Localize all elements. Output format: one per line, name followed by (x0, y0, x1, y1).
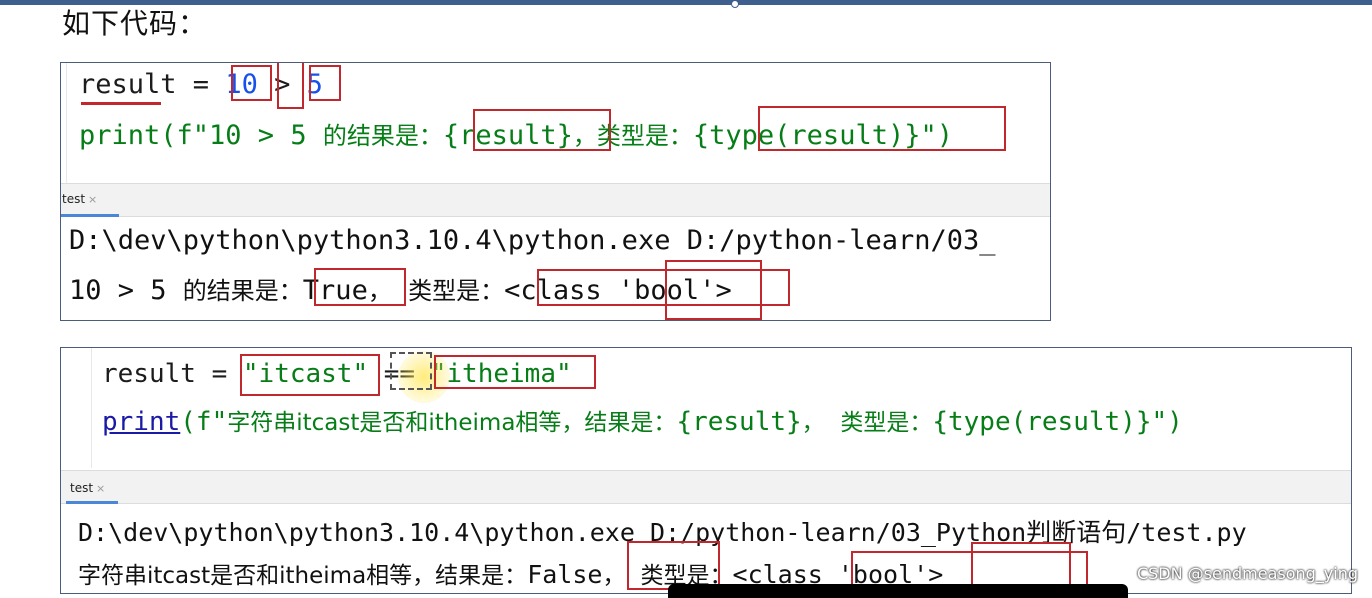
code-assign: = (195, 359, 243, 389)
subtitle-overlay (668, 584, 1128, 598)
run-tool-window-header: test × (61, 470, 1351, 504)
slide-heading: 如下代码： (62, 7, 208, 40)
code-var: result (79, 69, 177, 100)
code-assign: = (176, 69, 226, 100)
code-expr-result: {result} (676, 407, 802, 437)
output-text: 字符串itcast是否和itheima相等，结果是： (78, 563, 528, 589)
active-tab-indicator (66, 501, 118, 504)
output-label-result: 的结果是： (182, 277, 303, 305)
code-line-2: print(f"字符串itcast是否和itheima相等，结果是：{resul… (102, 403, 1183, 437)
output-expr: 10 > 5 (69, 275, 183, 306)
run-tab-test[interactable]: test × (61, 193, 101, 225)
annotation-box-false (627, 541, 720, 590)
code-print-fn[interactable]: print (102, 407, 180, 437)
annotation-box-left-operand (231, 65, 272, 101)
annotation-box-itcast (240, 354, 380, 396)
code-var: result (102, 359, 196, 389)
editor-gutter (91, 348, 92, 468)
code-fstring-start: print(f"10 > 5 (79, 120, 323, 151)
example1-panel: result = 10 > 5 print(f"10 > 5 的结果是：{res… (60, 62, 1051, 321)
annotation-box-bool (971, 542, 1071, 590)
code-label-type: 类型是： (840, 410, 933, 436)
close-icon[interactable]: × (96, 482, 105, 495)
annotation-box-type-expr (758, 106, 1006, 151)
annotation-box-right-operand (309, 65, 341, 101)
run-tab-label: test (62, 192, 86, 206)
annotation-box-true (314, 268, 406, 306)
code-expr-type: {type(result)} (932, 407, 1152, 437)
code-fstring-start: (f" (180, 407, 228, 437)
csdn-watermark: CSDN @sendmeasong_ying (1136, 564, 1358, 583)
annotation-box-itheima (434, 355, 596, 389)
output-label-type: 类型是： (408, 277, 505, 305)
annotation-underline-result (81, 102, 161, 105)
close-icon[interactable]: × (88, 193, 97, 206)
run-tab-test[interactable]: test × (69, 482, 109, 514)
editor-gutter (66, 63, 67, 183)
video-progress-handle[interactable] (731, 0, 739, 8)
code-separator: ， (801, 410, 825, 436)
active-tab-indicator (61, 214, 119, 217)
example2-panel: result = "itcast" == "itheima" print(f"字… (60, 347, 1352, 594)
code-fstring-text: 字符串itcast是否和itheima相等，结果是： (227, 410, 677, 436)
code-label-type: 类型是： (596, 122, 693, 150)
annotation-box-operator (277, 63, 304, 109)
run-tool-window-header: test × (61, 183, 1050, 217)
output-line-1: D:\dev\python\python3.10.4\python.exe D:… (69, 225, 996, 256)
run-tab-label: test (70, 481, 94, 495)
code-fstring-end: ") (1151, 407, 1183, 437)
output-value: False (527, 560, 603, 589)
selection-handles (390, 352, 432, 390)
output-separator: ， (602, 563, 626, 589)
annotation-box-result-expr (473, 109, 611, 151)
annotation-box-bool (665, 260, 762, 320)
code-label-result: 的结果是： (322, 122, 443, 150)
